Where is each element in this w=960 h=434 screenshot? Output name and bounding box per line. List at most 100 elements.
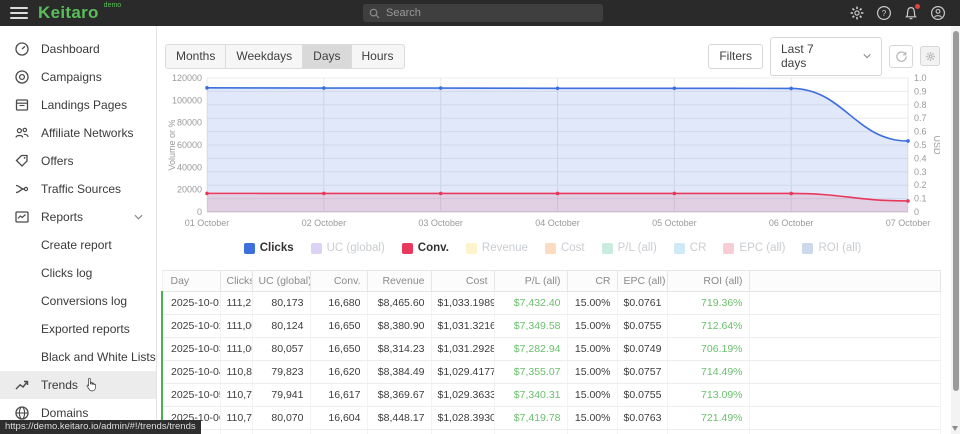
sidebar-item-traffic-sources[interactable]: Traffic Sources <box>0 175 156 203</box>
table-cell <box>310 430 367 434</box>
table-cell: $8,465.60 <box>367 292 431 315</box>
table-cell: 16,617 <box>310 384 367 407</box>
sidebar-item-reports[interactable]: Reports <box>0 203 156 231</box>
table-cell: 713.09% <box>667 384 749 407</box>
column-header-filler <box>749 271 941 292</box>
legend-item-cost[interactable]: Cost <box>545 242 585 254</box>
legend-item-uc-global[interactable]: UC (global) <box>311 242 385 254</box>
legend-item-epc-all[interactable]: EPC (all) <box>723 242 785 254</box>
svg-text:0.4: 0.4 <box>914 153 927 163</box>
table-cell <box>749 338 941 361</box>
legend-swatch <box>602 243 613 254</box>
branch-icon <box>14 181 30 197</box>
sidebar-item-conversions-log[interactable]: Conversions log <box>0 287 156 315</box>
legend-swatch <box>802 243 813 254</box>
table-cell <box>749 430 941 434</box>
trends-toolbar: Months Weekdays Days Hours Filters Last … <box>165 44 940 68</box>
target-icon <box>14 69 30 85</box>
profile-button[interactable] <box>930 5 946 21</box>
search-input[interactable] <box>386 7 586 19</box>
tab-weekdays[interactable]: Weekdays <box>225 44 303 69</box>
sidebar-item-label: Dashboard <box>41 42 100 56</box>
table-cell: $8,384.49 <box>367 361 431 384</box>
table-cell <box>367 430 431 434</box>
svg-text:01 October: 01 October <box>185 218 230 228</box>
notification-badge <box>915 4 920 9</box>
tab-months[interactable]: Months <box>165 44 226 69</box>
svg-text:60000: 60000 <box>177 140 202 150</box>
chart-settings-button[interactable] <box>920 46 940 66</box>
sidebar-item-exported-reports[interactable]: Exported reports <box>0 315 156 343</box>
table-cell: 16,620 <box>310 361 367 384</box>
column-header-cr[interactable]: CR <box>567 271 617 292</box>
svg-text:80000: 80000 <box>177 118 202 128</box>
chart-legend: Clicks UC (global) Conv. Revenue Cost P/L (al… <box>165 242 940 254</box>
scrollbar-thumb[interactable] <box>953 31 959 391</box>
table-cell: $1,029.4177 <box>431 361 494 384</box>
table-cell: $0.0761 <box>617 292 667 315</box>
table-cell <box>494 430 567 434</box>
tab-days[interactable]: Days <box>302 44 351 69</box>
table-cell: 2025-10-03 <box>162 338 220 361</box>
column-header-epc-all[interactable]: EPC (all) <box>617 271 667 292</box>
table-cell: 110,80 <box>220 361 252 384</box>
settings-button[interactable] <box>849 5 865 21</box>
legend-swatch <box>402 243 413 254</box>
sidebar-item-campaigns[interactable]: Campaigns <box>0 63 156 91</box>
search-box[interactable] <box>363 4 603 22</box>
table-cell: $1,029.3633 <box>431 384 494 407</box>
column-header-cost[interactable]: Cost <box>431 271 494 292</box>
legend-item-conv[interactable]: Conv. <box>402 242 449 254</box>
column-header-uc-global[interactable]: UC (global) <box>252 271 310 292</box>
legend-label: ROI (all) <box>818 242 861 254</box>
legend-item-cr[interactable]: CR <box>674 242 707 254</box>
legend-item-revenue[interactable]: Revenue <box>466 242 528 254</box>
svg-text:03 October: 03 October <box>418 218 463 228</box>
topbar: Keitaro demo ? <box>0 0 960 26</box>
sidebar-item-label: Campaigns <box>41 70 102 84</box>
sidebar-item-clicks-log[interactable]: Clicks log <box>0 259 156 287</box>
svg-text:0: 0 <box>197 207 202 217</box>
sidebar-item-label: Domains <box>41 406 88 420</box>
table-cell: 15.00% <box>567 338 617 361</box>
table-cell: 80,124 <box>252 315 310 338</box>
sidebar-item-offers[interactable]: Offers <box>0 147 156 175</box>
table-cell: 15.00% <box>567 407 617 430</box>
sidebar-item-black-white-lists[interactable]: Black and White Lists <box>0 343 156 371</box>
table-cell: 110,70 <box>220 407 252 430</box>
table-cell: 110,79 <box>220 384 252 407</box>
column-header-day[interactable]: Day <box>162 271 220 292</box>
notifications-button[interactable] <box>903 5 919 21</box>
column-header-roi-all[interactable]: ROI (all) <box>667 271 749 292</box>
table-cell: 80,057 <box>252 338 310 361</box>
sidebar-item-affiliate-networks[interactable]: Affiliate Networks <box>0 119 156 147</box>
status-url-tooltip: https://demo.keitaro.io/admin/#!/trends/… <box>0 420 201 434</box>
table-cell <box>220 430 252 434</box>
filters-button[interactable]: Filters <box>708 44 763 69</box>
hamburger-menu-icon[interactable] <box>10 7 28 19</box>
column-header-revenue[interactable]: Revenue <box>367 271 431 292</box>
column-header-clicks[interactable]: Clicks <box>220 271 252 292</box>
refresh-button[interactable] <box>889 45 913 68</box>
legend-item-roi-all[interactable]: ROI (all) <box>802 242 861 254</box>
help-button[interactable]: ? <box>876 5 892 21</box>
column-header-p-l-all[interactable]: P/L (all) <box>494 271 567 292</box>
legend-label: Clicks <box>260 242 294 254</box>
sidebar-item-landings-pages[interactable]: Landings Pages <box>0 91 156 119</box>
trend-up-icon <box>14 377 30 393</box>
table-cell: 111,00 <box>220 315 252 338</box>
sidebar-item-create-report[interactable]: Create report <box>0 231 156 259</box>
scrollbar-down-arrow[interactable] <box>952 426 958 431</box>
column-header-conv[interactable]: Conv. <box>310 271 367 292</box>
sidebar-item-label: Clicks log <box>41 266 92 280</box>
sidebar-item-trends[interactable]: Trends <box>0 371 156 399</box>
table-cell: 706.19% <box>667 338 749 361</box>
table-cell: 79,823 <box>252 361 310 384</box>
table-cell: $8,448.17 <box>367 407 431 430</box>
tab-hours[interactable]: Hours <box>351 44 405 69</box>
sidebar-item-dashboard[interactable]: Dashboard <box>0 35 156 63</box>
svg-text:0.1: 0.1 <box>914 194 927 204</box>
svg-text:06 October: 06 October <box>769 218 814 228</box>
legend-item-p-l-all[interactable]: P/L (all) <box>602 242 657 254</box>
legend-item-clicks[interactable]: Clicks <box>244 242 294 254</box>
